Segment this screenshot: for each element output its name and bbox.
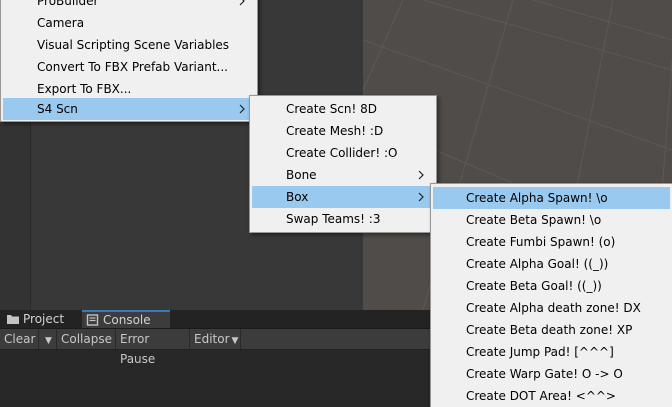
submenu-arrow-icon: [239, 104, 245, 114]
tab-project[interactable]: Project: [2, 310, 82, 328]
menu-item-label: Create Alpha Spawn! \o: [466, 191, 608, 205]
dropdown-arrow-icon: ▼: [231, 336, 239, 346]
menu-item-create-scn[interactable]: Create Scn! 8D: [252, 98, 434, 120]
folder-icon: [7, 315, 19, 324]
menu-item-label: Create Scn! 8D: [286, 102, 378, 116]
menu-item-label: Create DOT Area! <^^>: [466, 389, 616, 403]
menu-item-bone[interactable]: Bone: [252, 164, 434, 186]
menu-item-create-collider[interactable]: Create Collider! :O: [252, 142, 434, 164]
tab-project-label: Project: [23, 312, 65, 326]
menu-item-create-beta-goal[interactable]: Create Beta Goal! ((_)): [433, 275, 670, 297]
menu-item-label: Create Mesh! :D: [286, 124, 384, 138]
menu-item-create-dot-area[interactable]: Create DOT Area! <^^>: [433, 385, 670, 407]
menu-item-probuilder[interactable]: ProBuilder: [3, 0, 255, 12]
menu-item-create-mesh[interactable]: Create Mesh! :D: [252, 120, 434, 142]
menu-item-convert-to-fbx-prefab-variant[interactable]: Convert To FBX Prefab Variant...: [3, 56, 255, 78]
menu-item-label: Swap Teams! :3: [286, 212, 381, 226]
menu-item-label: Export To FBX...: [37, 82, 132, 96]
menu-item-create-fumbi-spawn[interactable]: Create Fumbi Spawn! (o): [433, 231, 670, 253]
menu-item-label: Create Beta death zone! XP: [466, 323, 633, 337]
collapse-toggle[interactable]: Collapse: [56, 329, 115, 349]
menu-item-box[interactable]: Box: [252, 186, 434, 208]
editor-dropdown-label: Editor: [194, 332, 230, 346]
submenu-s4-scn: Create Scn! 8D Create Mesh! :D Create Co…: [249, 95, 437, 233]
menu-item-create-alpha-spawn[interactable]: Create Alpha Spawn! \o: [433, 187, 670, 209]
menu-item-create-alpha-death-zone[interactable]: Create Alpha death zone! DX: [433, 297, 670, 319]
menu-item-label: Create Warp Gate! O -> O: [466, 367, 623, 381]
menu-item-create-warp-gate[interactable]: Create Warp Gate! O -> O: [433, 363, 670, 385]
menu-item-visual-scripting-scene-variables[interactable]: Visual Scripting Scene Variables: [3, 34, 255, 56]
submenu-arrow-icon: [418, 170, 424, 180]
editor-dropdown[interactable]: Editor ▼: [189, 329, 241, 349]
menu-item-label: ProBuilder: [37, 0, 99, 8]
console-icon: [86, 314, 99, 326]
submenu-arrow-icon: [418, 192, 424, 202]
menu-item-swap-teams[interactable]: Swap Teams! :3: [252, 208, 434, 230]
submenu-arrow-icon: [239, 0, 245, 6]
menu-item-create-beta-death-zone[interactable]: Create Beta death zone! XP: [433, 319, 670, 341]
clear-options-dropdown[interactable]: ▼: [38, 329, 56, 349]
menu-item-create-jump-pad[interactable]: Create Jump Pad! [^^^]: [433, 341, 670, 363]
tab-console-label: Console: [103, 313, 151, 327]
menu-item-label: Create Alpha Goal! ((_)): [466, 257, 609, 271]
menu-item-label: Create Collider! :O: [286, 146, 398, 160]
menu-item-camera[interactable]: Camera: [3, 12, 255, 34]
submenu-box: Create Alpha Spawn! \o Create Beta Spawn…: [430, 183, 672, 407]
menu-item-label: Create Beta Goal! ((_)): [466, 279, 602, 293]
menu-item-create-beta-spawn[interactable]: Create Beta Spawn! \o: [433, 209, 670, 231]
error-pause-toggle[interactable]: Error Pause: [115, 329, 189, 366]
menu-item-export-to-fbx[interactable]: Export To FBX...: [3, 78, 255, 100]
menu-item-label: Create Beta Spawn! \o: [466, 213, 602, 227]
menu-item-label: Camera: [37, 16, 85, 30]
clear-button[interactable]: Clear: [0, 329, 38, 349]
menu-item-create-alpha-goal[interactable]: Create Alpha Goal! ((_)): [433, 253, 670, 275]
menu-item-label: S4 Scn: [37, 102, 78, 116]
menu-item-label: Create Fumbi Spawn! (o): [466, 235, 616, 249]
menu-item-label: Box: [286, 190, 309, 204]
context-menu-main: ProBuilder Camera Visual Scripting Scene…: [0, 0, 258, 122]
tab-console[interactable]: Console: [82, 310, 170, 328]
dropdown-arrow-icon: ▼: [45, 336, 52, 346]
menu-item-label: Visual Scripting Scene Variables: [37, 38, 230, 52]
menu-item-label: Create Alpha death zone! DX: [466, 301, 641, 315]
menu-item-label: Create Jump Pad! [^^^]: [466, 345, 614, 359]
menu-item-s4-scn[interactable]: S4 Scn: [3, 98, 255, 120]
menu-item-label: Convert To FBX Prefab Variant...: [37, 60, 228, 74]
menu-item-label: Bone: [286, 168, 317, 182]
